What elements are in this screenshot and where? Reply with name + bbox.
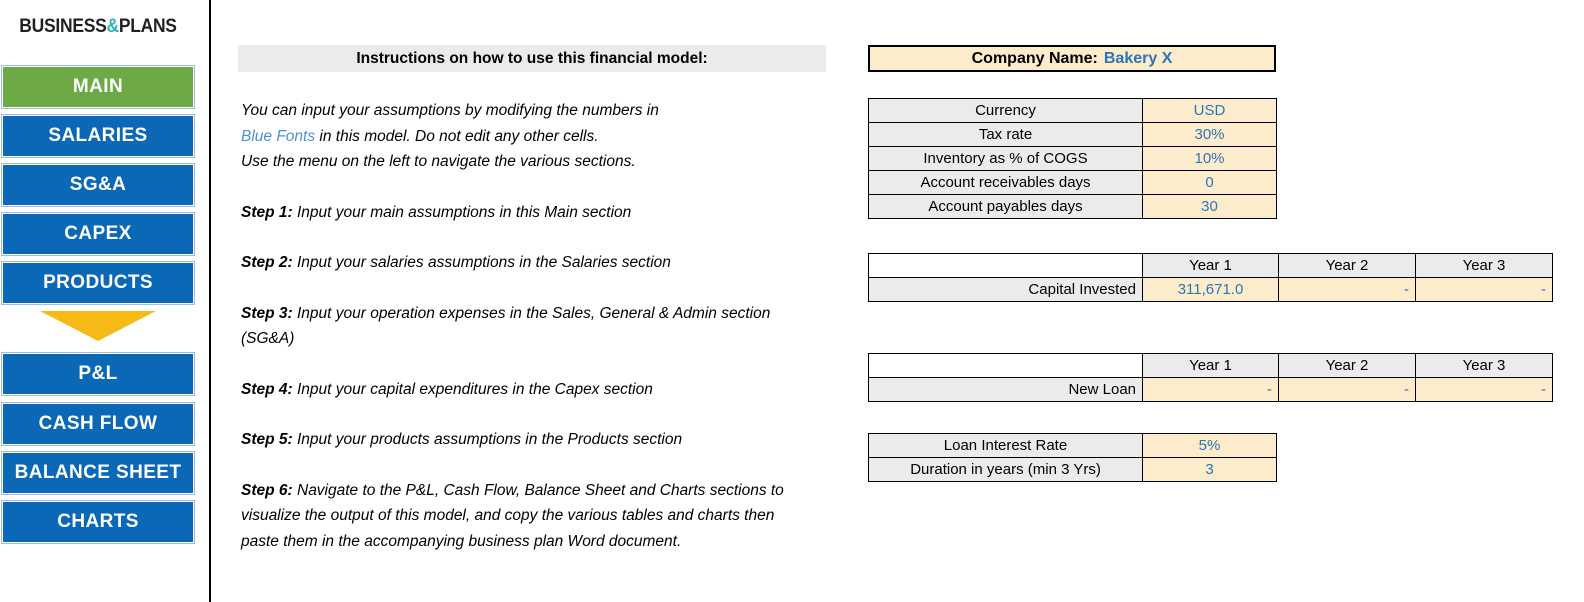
instruction-step-5: Step 5: Input your products assumptions … <box>241 427 811 453</box>
new-loan-year-3[interactable]: - <box>1415 377 1553 402</box>
capital-invested-year-3[interactable]: - <box>1415 277 1553 302</box>
assumption-label-account-receivables-days: Account receivables days <box>868 170 1143 195</box>
instructions-body: You can input your assumptions by modify… <box>241 98 811 554</box>
assumption-value-tax-rate[interactable]: 30% <box>1142 122 1277 147</box>
loan-header-year-1: Year 1 <box>1142 353 1279 378</box>
step-label: Step 6: <box>241 481 293 499</box>
instructions-intro: You can input your assumptions by modify… <box>241 98 811 175</box>
capital-header-year-3: Year 3 <box>1415 253 1553 278</box>
step-text: Input your main assumptions in this Main… <box>292 203 632 221</box>
assumption-label-currency: Currency <box>868 98 1143 123</box>
loan-terms-table: Loan Interest Rate 5% Duration in years … <box>868 433 1277 482</box>
sidebar-item-label: CASH FLOW <box>38 413 158 434</box>
capital-invested-table: Year 1 Year 2 Year 3 Capital Invested 31… <box>868 253 1553 302</box>
capital-invested-year-2[interactable]: - <box>1278 277 1416 302</box>
sidebar-item-salaries[interactable]: SALARIES <box>1 114 195 158</box>
capital-header-year-1: Year 1 <box>1142 253 1279 278</box>
instruction-step-1: Step 1: Input your main assumptions in t… <box>241 200 811 226</box>
table-header-row: Year 1 Year 2 Year 3 <box>868 253 1553 278</box>
step-label: Step 2: <box>241 254 293 271</box>
sidebar-item-products[interactable]: PRODUCTS <box>1 261 195 305</box>
new-loan-label: New Loan <box>868 377 1143 402</box>
loan-corner-cell <box>868 353 1143 378</box>
step-label: Step 1: <box>241 203 293 221</box>
sidebar-item-main[interactable]: MAIN <box>1 65 195 109</box>
logo-text-business: BUSINESS <box>19 16 107 37</box>
instruction-step-6: Step 6: Navigate to the P&L, Cash Flow, … <box>241 478 811 555</box>
capital-invested-year-1[interactable]: 311,671.0 <box>1142 277 1279 302</box>
instructions-intro-line2: in this model. Do not edit any other cel… <box>315 127 599 145</box>
company-name-field[interactable]: Company Name: Bakery X <box>868 45 1276 72</box>
new-loan-table: Year 1 Year 2 Year 3 New Loan - - - <box>868 353 1553 402</box>
step-text: Input your salaries assumptions in the S… <box>292 254 671 271</box>
sidebar-item-label: BALANCE SHEET <box>14 462 182 483</box>
assumption-value-currency[interactable]: USD <box>1142 98 1277 123</box>
company-name-value[interactable]: Bakery X <box>1104 50 1173 68</box>
sidebar-item-label: P&L <box>78 363 118 384</box>
sidebar-item-pl[interactable]: P&L <box>1 352 195 396</box>
step-label: Step 5: <box>241 431 293 448</box>
table-row: Account payables days 30 <box>868 194 1277 219</box>
step-text: Input your products assumptions in the P… <box>292 431 683 448</box>
down-arrow-icon <box>40 311 156 341</box>
step-label: Step 3: <box>241 304 293 322</box>
step-text: Navigate to the P&L, Cash Flow, Balance … <box>241 481 784 550</box>
instructions-header: Instructions on how to use this financia… <box>238 45 826 72</box>
table-row: Tax rate 30% <box>868 122 1277 147</box>
sidebar: BUSINESS&PLANS MAIN SALARIES SG&A CAPEX … <box>0 0 211 602</box>
sidebar-item-label: PRODUCTS <box>43 272 153 293</box>
table-row: New Loan - - - <box>868 377 1553 402</box>
new-loan-year-2[interactable]: - <box>1278 377 1416 402</box>
instruction-step-4: Step 4: Input your capital expenditures … <box>241 377 811 403</box>
table-row: Currency USD <box>868 98 1277 123</box>
instructions-intro-line3: Use the menu on the left to navigate the… <box>241 153 636 170</box>
loan-header-year-3: Year 3 <box>1415 353 1553 378</box>
step-text: Input your operation expenses in the Sal… <box>241 304 771 348</box>
loan-interest-rate-value[interactable]: 5% <box>1142 433 1277 458</box>
new-loan-year-1[interactable]: - <box>1142 377 1279 402</box>
loan-duration-label: Duration in years (min 3 Yrs) <box>868 457 1143 482</box>
logo-text-plans: PLANS <box>118 16 177 37</box>
assumption-label-inventory-pct-cogs: Inventory as % of COGS <box>868 146 1143 171</box>
capital-header-year-2: Year 2 <box>1278 253 1416 278</box>
instructions-intro-line1: You can input your assumptions by modify… <box>241 102 659 119</box>
sidebar-item-label: CHARTS <box>57 511 139 532</box>
loan-interest-rate-label: Loan Interest Rate <box>868 433 1143 458</box>
loan-header-year-2: Year 2 <box>1278 353 1416 378</box>
sidebar-item-charts[interactable]: CHARTS <box>1 500 195 544</box>
sidebar-item-label: MAIN <box>72 76 124 97</box>
sidebar-item-balance-sheet[interactable]: BALANCE SHEET <box>1 451 195 495</box>
step-label: Step 4: <box>241 380 293 398</box>
assumption-value-account-payables-days[interactable]: 30 <box>1142 194 1277 219</box>
brand-logo: BUSINESS&PLANS <box>8 16 188 38</box>
company-name-label: Company Name: <box>971 49 1098 67</box>
table-row: Loan Interest Rate 5% <box>868 433 1277 458</box>
assumption-value-inventory-pct-cogs[interactable]: 10% <box>1142 146 1277 171</box>
sidebar-item-cash-flow[interactable]: CASH FLOW <box>1 402 195 446</box>
assumptions-table: Currency USD Tax rate 30% Inventory as %… <box>868 98 1277 219</box>
sidebar-item-label: SG&A <box>69 174 127 195</box>
sidebar-item-sga[interactable]: SG&A <box>1 163 195 207</box>
sidebar-item-capex[interactable]: CAPEX <box>1 212 195 256</box>
instruction-step-2: Step 2: Input your salaries assumptions … <box>241 250 811 276</box>
logo-ampersand: & <box>106 16 119 37</box>
assumption-value-account-receivables-days[interactable]: 0 <box>1142 170 1277 195</box>
table-row: Duration in years (min 3 Yrs) 3 <box>868 457 1277 482</box>
sidebar-item-label: SALARIES <box>48 125 148 146</box>
table-header-row: Year 1 Year 2 Year 3 <box>868 353 1553 378</box>
table-row: Capital Invested 311,671.0 - - <box>868 277 1553 302</box>
assumption-label-account-payables-days: Account payables days <box>868 194 1143 219</box>
loan-duration-value[interactable]: 3 <box>1142 457 1277 482</box>
blue-fonts-emphasis: Blue Fonts <box>241 127 316 145</box>
capital-corner-cell <box>868 253 1143 278</box>
table-row: Account receivables days 0 <box>868 170 1277 195</box>
table-row: Inventory as % of COGS 10% <box>868 146 1277 171</box>
instruction-step-3: Step 3: Input your operation expenses in… <box>241 301 811 352</box>
sidebar-item-label: CAPEX <box>64 223 132 244</box>
step-text: Input your capital expenditures in the C… <box>292 380 653 398</box>
capital-invested-label: Capital Invested <box>868 277 1143 302</box>
assumption-label-tax-rate: Tax rate <box>868 122 1143 147</box>
